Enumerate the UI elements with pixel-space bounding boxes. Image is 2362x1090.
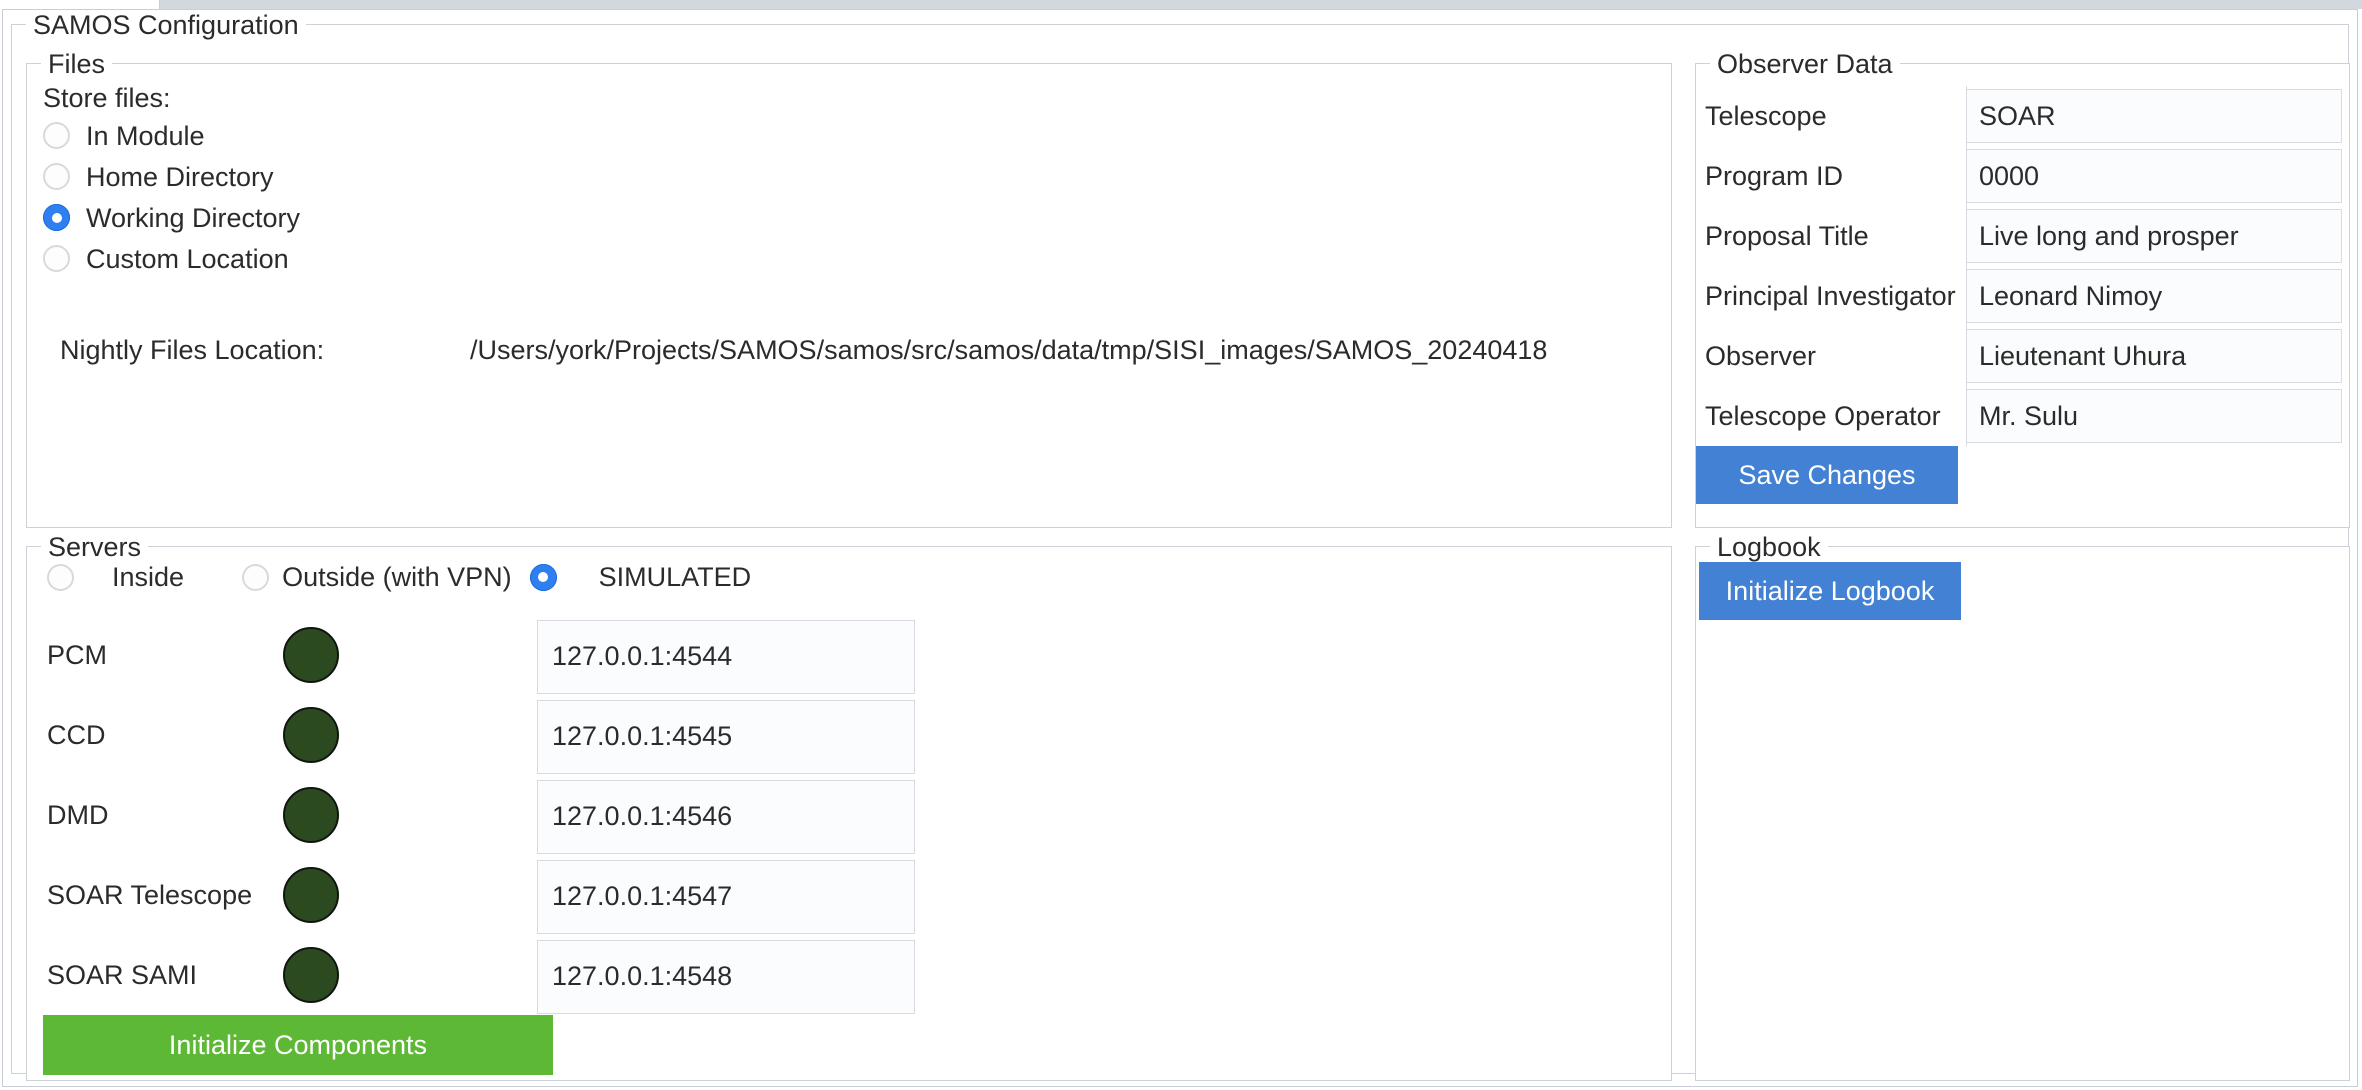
radio-option-home-directory[interactable]: Home Directory [43, 159, 274, 194]
radio-outside-vpn-label: Outside (with VPN) [282, 561, 512, 592]
observer-input-observer[interactable]: Lieutenant Uhura [1967, 329, 2342, 383]
server-name-dmd: DMD [47, 799, 109, 830]
observer-row-telescope-operator: Telescope Operator Mr. Sulu [1696, 386, 2351, 446]
observer-label-program-id: Program ID [1696, 146, 1967, 206]
window-frame: SAMOS Configuration Files Store files: I… [2, 9, 2358, 1087]
radio-option-custom-location[interactable]: Custom Location [43, 241, 289, 276]
logbook-group: Logbook Initialize Logbook [1695, 532, 2350, 1081]
radio-home-directory-label: Home Directory [86, 161, 274, 192]
status-led-icon [283, 707, 339, 763]
radio-in-module-label: In Module [86, 120, 205, 151]
initialize-components-button[interactable]: Initialize Components [43, 1015, 553, 1075]
table-row: DMD 127.0.0.1:4546 [27, 775, 1673, 855]
observer-input-principal-investigator[interactable]: Leonard Nimoy [1967, 269, 2342, 323]
observer-label-proposal-title: Proposal Title [1696, 206, 1967, 266]
server-name-pcm: PCM [47, 639, 107, 670]
radio-option-in-module[interactable]: In Module [43, 118, 205, 153]
server-address-soar-sami[interactable]: 127.0.0.1:4548 [537, 939, 915, 1014]
initialize-components-row: Initialize Components [27, 1015, 1673, 1075]
radio-inside-label: Inside [112, 561, 185, 592]
radio-simulated-icon[interactable] [529, 563, 557, 591]
status-led-icon [283, 867, 339, 923]
table-row: SOAR SAMI 127.0.0.1:4548 [27, 935, 1673, 1015]
files-group: Files Store files: In Module Home Direct… [26, 49, 1672, 528]
observer-input-telescope[interactable]: SOAR [1967, 89, 2342, 143]
radio-in-module-icon[interactable] [43, 122, 70, 149]
server-address-ccd[interactable]: 127.0.0.1:4545 [537, 699, 915, 774]
observer-row-observer: Observer Lieutenant Uhura [1696, 326, 2351, 386]
observer-label-observer: Observer [1696, 326, 1967, 386]
server-name-ccd: CCD [47, 719, 106, 750]
radio-option-simulated[interactable]: SIMULATED [529, 561, 752, 593]
files-title: Files [41, 49, 113, 79]
server-name-soar-telescope: SOAR Telescope [47, 879, 253, 910]
observer-input-program-id[interactable]: 0000 [1967, 149, 2342, 203]
table-row: SOAR Telescope 127.0.0.1:4547 [27, 855, 1673, 935]
radio-outside-vpn-icon[interactable] [242, 563, 270, 591]
servers-mode-radio-row: Inside Outside (with VPN) SIMULATED [47, 559, 751, 595]
observer-label-telescope-operator: Telescope Operator [1696, 386, 1967, 446]
save-changes-button[interactable]: Save Changes [1696, 446, 1958, 504]
observer-row-program-id: Program ID 0000 [1696, 146, 2351, 206]
observer-data-group: Observer Data Telescope SOAR Program ID … [1695, 49, 2351, 528]
status-led-icon [283, 627, 339, 683]
radio-custom-location-icon[interactable] [43, 245, 70, 272]
observer-input-proposal-title[interactable]: Live long and prosper [1967, 209, 2342, 263]
store-files-label: Store files: [43, 83, 171, 113]
observer-data-title: Observer Data [1710, 49, 1900, 79]
nightly-files-location-label: Nightly Files Location: [60, 335, 325, 365]
table-row: CCD 127.0.0.1:4545 [27, 695, 1673, 775]
observer-row-proposal-title: Proposal Title Live long and prosper [1696, 206, 2351, 266]
tab-strip [0, 0, 2362, 9]
observer-row-telescope: Telescope SOAR [1696, 86, 2351, 146]
tab-active[interactable] [0, 0, 160, 9]
status-led-icon [283, 787, 339, 843]
servers-group: Servers Inside Outside (with VPN) SIMULA… [26, 532, 1673, 1081]
servers-title: Servers [41, 532, 149, 562]
servers-table: PCM 127.0.0.1:4544 CCD 127.0.0.1:4545 DM… [27, 615, 1673, 1075]
radio-option-inside[interactable]: Inside [47, 562, 184, 593]
server-status-cell-soar-sami [267, 947, 537, 1003]
server-status-cell-dmd [267, 787, 537, 843]
samos-configuration-title: SAMOS Configuration [26, 10, 306, 40]
table-row: PCM 127.0.0.1:4544 [27, 615, 1673, 695]
server-address-pcm[interactable]: 127.0.0.1:4544 [537, 619, 915, 694]
samos-configuration-group: SAMOS Configuration Files Store files: I… [11, 10, 2351, 1081]
nightly-files-location-value: /Users/york/Projects/SAMOS/samos/src/sam… [470, 335, 1548, 365]
radio-working-directory-icon[interactable] [43, 204, 70, 231]
server-address-soar-telescope[interactable]: 127.0.0.1:4547 [537, 859, 915, 934]
server-status-cell-pcm [267, 627, 537, 683]
initialize-logbook-button[interactable]: Initialize Logbook [1699, 562, 1961, 620]
server-status-cell-soar-telescope [267, 867, 537, 923]
server-status-cell-ccd [267, 707, 537, 763]
server-address-dmd[interactable]: 127.0.0.1:4546 [537, 779, 915, 854]
observer-label-telescope: Telescope [1696, 86, 1967, 146]
server-name-soar-sami: SOAR SAMI [47, 959, 198, 990]
radio-home-directory-icon[interactable] [43, 163, 70, 190]
observer-row-principal-investigator: Principal Investigator Leonard Nimoy [1696, 266, 2351, 326]
radio-custom-location-label: Custom Location [86, 243, 289, 274]
logbook-title: Logbook [1710, 532, 1828, 562]
radio-option-outside-vpn[interactable]: Outside (with VPN) [242, 562, 512, 593]
status-led-icon [283, 947, 339, 1003]
radio-inside-icon[interactable] [47, 563, 74, 591]
radio-working-directory-label: Working Directory [86, 202, 301, 233]
nightly-files-location-row: Nightly Files Location: /Users/york/Proj… [43, 332, 1643, 368]
radio-simulated-label: SIMULATED [598, 561, 752, 592]
radio-option-working-directory[interactable]: Working Directory [43, 200, 300, 235]
save-changes-row: Save Changes [1696, 446, 2351, 504]
observer-input-telescope-operator[interactable]: Mr. Sulu [1967, 389, 2342, 443]
observer-label-principal-investigator: Principal Investigator [1696, 266, 1967, 326]
observer-data-grid: Telescope SOAR Program ID 0000 Proposal … [1696, 86, 2351, 504]
